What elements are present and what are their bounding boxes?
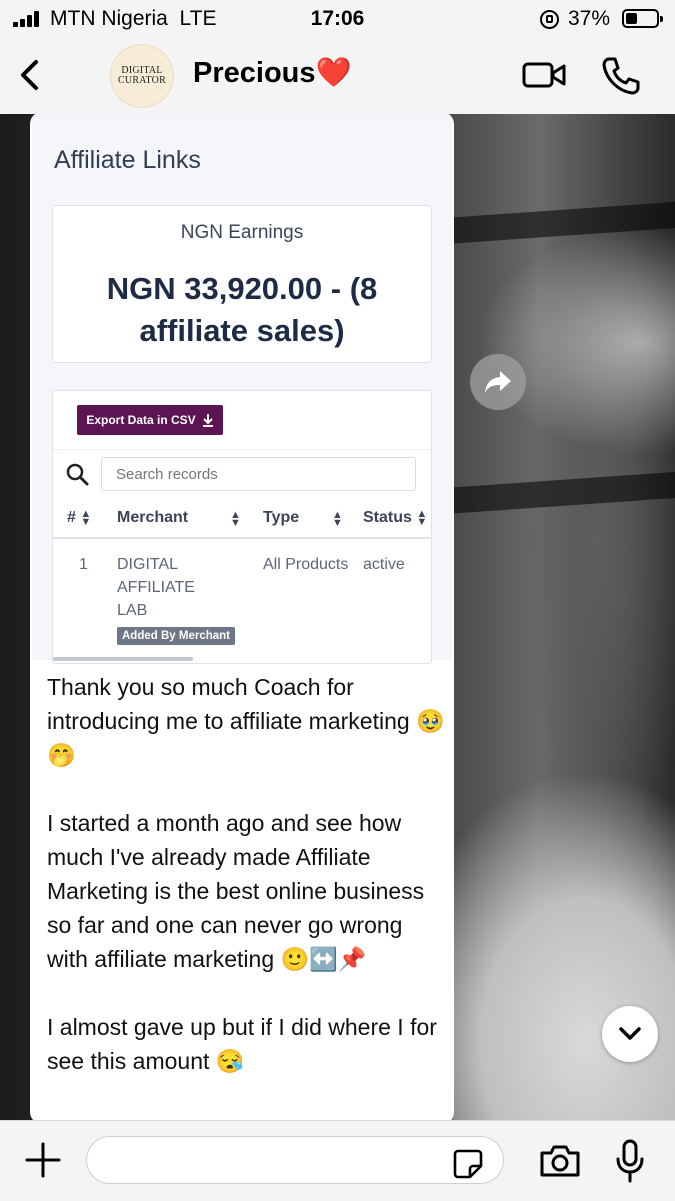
row-status: active [363,556,405,573]
added-by-merchant-badge: Added By Merchant [117,627,235,645]
battery-icon [622,9,663,28]
earnings-card: NGN Earnings NGN 33,920.00 - (8 affiliat… [52,205,432,363]
download-icon [202,414,213,427]
column-header-merchant[interactable]: Merchant [117,509,188,527]
sort-icon: ▲ ▼ [80,507,92,528]
chevron-down-icon [619,1027,641,1040]
search-input[interactable] [101,457,416,491]
video-call-icon[interactable] [522,60,566,90]
scroll-to-bottom-button[interactable] [602,1006,658,1062]
search-row [53,449,431,498]
row-type: All Products [263,556,349,573]
message-input[interactable] [86,1136,504,1184]
earnings-label: NGN Earnings [180,222,304,243]
message-bubble[interactable]: Affiliate Links NGN Earnings NGN 33,920.… [30,112,454,1124]
plus-icon[interactable] [24,1141,62,1179]
contact-name[interactable]: Precious❤️ [193,56,352,90]
column-header-status[interactable]: Status ▲ ▼ [363,507,428,528]
forward-button[interactable] [470,354,526,410]
forward-icon [485,371,511,393]
sort-icon[interactable]: ▲ ▼ [230,510,241,529]
microphone-icon[interactable] [614,1139,646,1183]
export-csv-label: Export Data in CSV [86,413,196,427]
horizontal-scrollbar[interactable] [53,657,193,661]
avatar-text: CURATOR [118,75,166,86]
table-row: 1 DIGITAL AFFILIATE LAB All Products act… [53,539,431,651]
chat-header: MTN Nigeria LTE 17:06 37% DIGITAL CURATO… [0,0,675,114]
sort-icon[interactable]: ▲ ▼ [332,510,343,529]
row-merchant: DIGITAL AFFILIATE LAB [117,556,195,619]
sort-icon: ▲ ▼ [416,507,428,528]
camera-icon[interactable] [538,1143,582,1179]
table-header: # ▲ ▼ Merchant ▲ ▼ Type ▲ ▼ Status ▲ ▼ [53,499,431,539]
attached-screenshot[interactable]: Affiliate Links NGN Earnings NGN 33,920.… [32,112,452,664]
avatar[interactable]: DIGITAL CURATOR [110,44,174,108]
battery-percentage: 37% [568,7,611,30]
message-text: Thank you so much Coach for introducing … [47,674,445,1074]
section-title: Affiliate Links [54,146,201,174]
column-header-number[interactable]: # ▲ ▼ [67,507,92,528]
orientation-lock-icon [540,10,559,29]
search-icon [66,463,89,486]
column-header-type[interactable]: Type [263,509,299,527]
sticker-icon[interactable] [452,1148,484,1180]
status-bar: MTN Nigeria LTE 17:06 37% [0,0,675,38]
message-composer [0,1120,675,1201]
export-csv-button[interactable]: Export Data in CSV [77,405,223,435]
earnings-value: NGN 33,920.00 - (8 affiliate sales) [106,271,378,348]
affiliate-table-card: Export Data in CSV # ▲▼ Merchant ▲▼ Type [52,390,432,664]
phone-call-icon[interactable] [600,55,642,97]
row-number: 1 [79,556,88,573]
chevron-left-icon[interactable] [14,58,48,92]
